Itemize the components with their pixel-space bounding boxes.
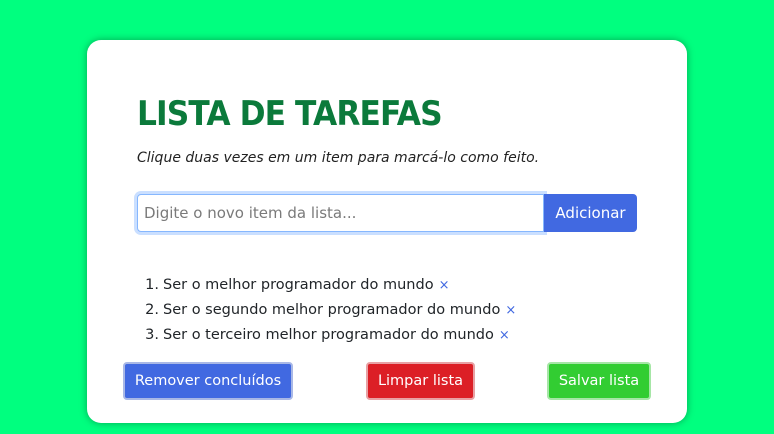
new-task-input[interactable] — [137, 194, 544, 232]
save-list-button[interactable]: Salvar lista — [547, 362, 651, 400]
task-item[interactable]: 1. Ser o melhor programador do mundo × — [137, 273, 516, 298]
task-text: Ser o segundo melhor programador do mund… — [163, 302, 501, 318]
page-title: LISTA DE TAREFAS — [137, 94, 443, 134]
task-list: 1. Ser o melhor programador do mundo × 2. S… — [137, 273, 516, 348]
task-number: 3. — [145, 327, 159, 343]
remove-task-icon[interactable]: × — [499, 328, 510, 343]
task-item[interactable]: 2. Ser o segundo melhor programador do mu… — [137, 298, 516, 323]
clear-list-button[interactable]: Limpar lista — [366, 362, 475, 400]
new-task-row: Adicionar — [137, 194, 637, 232]
task-number: 2. — [145, 302, 159, 318]
task-text: Ser o terceiro melhor programador do mun… — [163, 327, 494, 343]
remove-task-icon[interactable]: × — [505, 303, 516, 318]
task-item[interactable]: 3. Ser o terceiro melhor programador do m… — [137, 323, 516, 348]
add-button[interactable]: Adicionar — [544, 194, 637, 232]
remove-task-icon[interactable]: × — [439, 278, 450, 293]
task-text: Ser o melhor programador do mundo — [163, 277, 434, 293]
instructions-text: Clique duas vezes em um item para marcá-… — [137, 150, 540, 166]
todo-card: LISTA DE TAREFAS Clique duas vezes em um… — [87, 40, 687, 423]
task-number: 1. — [145, 277, 159, 293]
remove-completed-button[interactable]: Remover concluídos — [123, 362, 293, 400]
